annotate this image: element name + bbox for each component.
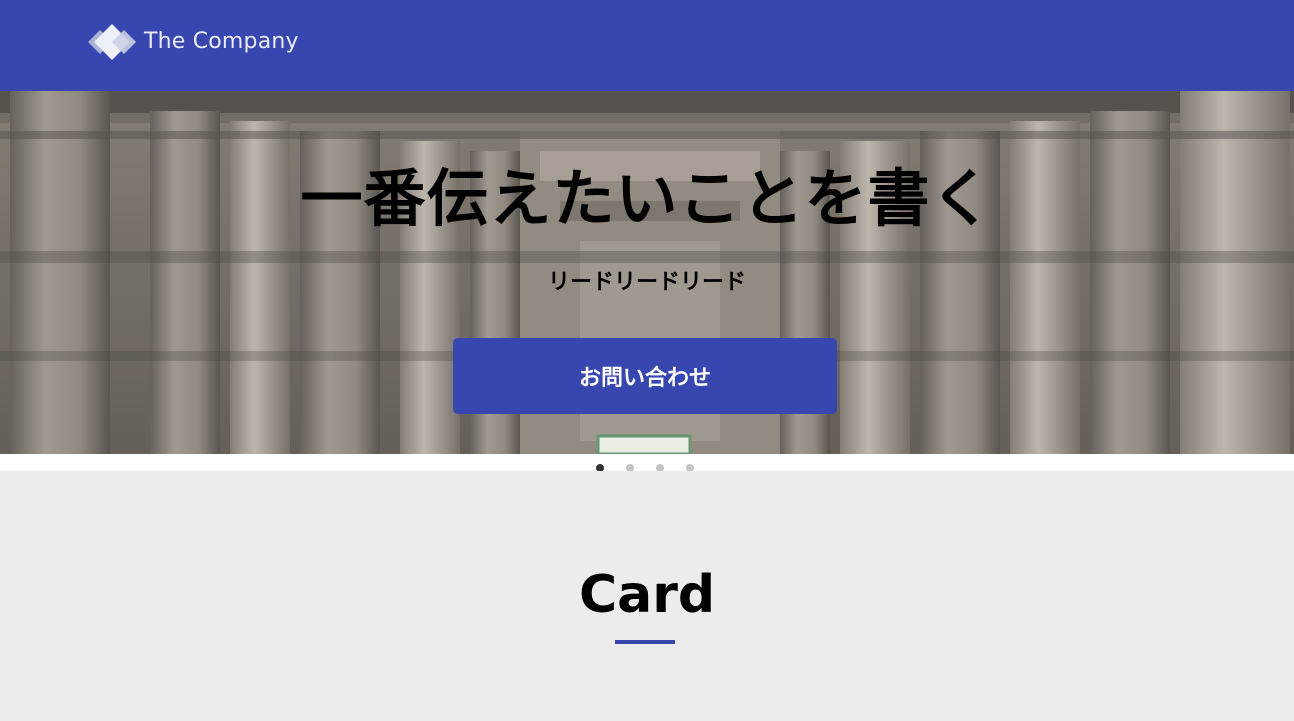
card-section: Card [0, 471, 1294, 721]
diamond-logo-icon [86, 22, 138, 62]
contact-button[interactable]: お問い合わせ [453, 338, 837, 414]
hero-banner: 一番伝えたいことを書く リードリードリード お問い合わせ [0, 91, 1294, 454]
logo-text: The Company [144, 29, 299, 54]
logo-link[interactable]: The Company [86, 20, 299, 64]
carousel-dots-strip [0, 454, 1294, 471]
section-title-underline [615, 640, 675, 644]
site-header: The Company [0, 0, 1294, 91]
hero-title: 一番伝えたいことを書く [300, 162, 994, 235]
section-title: Card [578, 565, 716, 625]
hero-lead: リードリードリード [547, 270, 746, 295]
